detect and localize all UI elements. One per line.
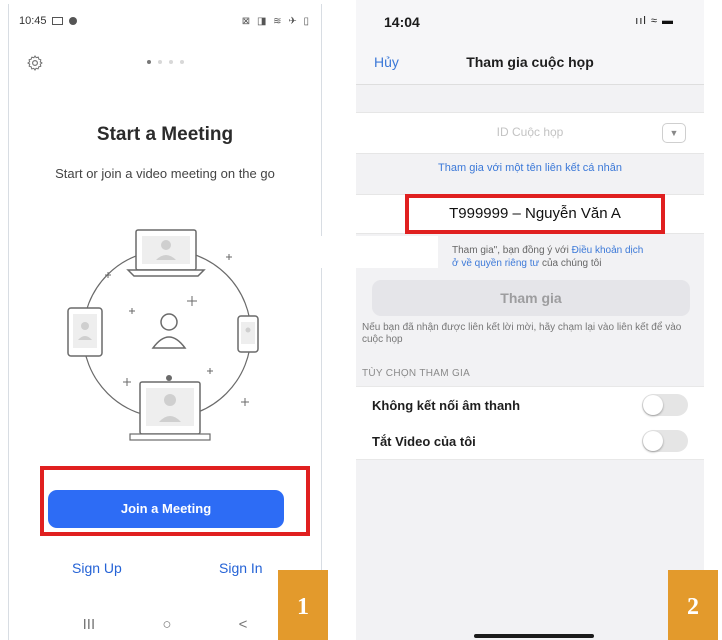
join-button[interactable]: Tham gia	[372, 280, 690, 316]
option-no-audio: Không kết nối âm thanh	[356, 386, 704, 424]
settings-gear-icon[interactable]	[26, 54, 44, 72]
meeting-id-field[interactable]: ID Cuộc họp ▼	[356, 112, 704, 154]
option-video-off: Tắt Video của tôi	[356, 423, 704, 460]
toggle-knob	[643, 395, 663, 415]
option-label: Tắt Video của tôi	[372, 434, 476, 449]
android-nav-bar: III ○ <	[9, 616, 321, 633]
status-bar: 14:04 ııl ≈ ▬	[356, 0, 704, 40]
highlight-box	[40, 466, 310, 536]
page-dot	[158, 60, 162, 64]
status-icons: ⊠ ◨ ≋ ✈ ▯	[241, 15, 311, 27]
home-indicator	[474, 634, 594, 638]
clock: 14:04	[384, 14, 420, 30]
start-meeting-screen: 10:45 ⊠ ◨ ≋ ✈ ▯ Start a Meeting Start or…	[8, 4, 322, 640]
step-badge: 1	[278, 570, 328, 640]
clock: 10:45	[19, 15, 47, 27]
join-meeting-screen: 14:04 ııl ≈ ▬ Hủy Tham gia cuộc họp ID C…	[356, 0, 704, 640]
status-bar: 10:45 ⊠ ◨ ≋ ✈ ▯	[19, 12, 311, 30]
nav-header: Hủy Tham gia cuộc họp	[356, 40, 704, 85]
page-subtitle: Start or join a video meeting on the go	[55, 166, 275, 181]
page-dot	[169, 60, 173, 64]
blank-area	[318, 236, 438, 268]
chevron-down-icon[interactable]: ▼	[662, 123, 686, 143]
status-icons: ııl ≈ ▬	[635, 15, 674, 27]
home-button[interactable]: ○	[162, 616, 171, 633]
image-icon	[51, 17, 63, 25]
terms-text: Tham gia", bạn đồng ý với Điều khoản dịc…	[452, 245, 644, 269]
sign-up-link[interactable]: Sign Up	[72, 560, 122, 576]
meeting-id-placeholder: ID Cuộc họp	[496, 125, 564, 139]
invite-note: Nếu bạn đã nhận được liên kết lời mời, h…	[362, 322, 682, 345]
record-icon	[68, 17, 77, 25]
options-header: TÙY CHỌN THAM GIA	[362, 368, 471, 379]
screen-title: Tham gia cuộc họp	[466, 54, 594, 70]
privacy-policy-link[interactable]: ở về quyền riêng tư	[452, 258, 539, 269]
video-off-toggle[interactable]	[642, 430, 688, 452]
page-dot	[180, 60, 184, 64]
option-label: Không kết nối âm thanh	[372, 398, 521, 413]
no-audio-toggle[interactable]	[642, 394, 688, 416]
back-button[interactable]: <	[239, 616, 248, 633]
toggle-knob	[643, 431, 663, 451]
page-dot	[147, 60, 151, 64]
step-badge: 2	[668, 570, 718, 640]
page-title: Start a Meeting	[96, 124, 234, 145]
sign-in-link[interactable]: Sign In	[219, 560, 263, 576]
meeting-illustration	[67, 229, 259, 441]
display-name-field[interactable]: T999999 – Nguyễn Văn A	[405, 194, 665, 234]
personal-link-name-link[interactable]: Tham gia với một tên liên kết cá nhân	[356, 162, 704, 174]
recent-apps-button[interactable]: III	[83, 616, 96, 633]
page-indicator	[147, 60, 184, 64]
terms-of-service-link[interactable]: Điều khoản dịch	[572, 245, 644, 256]
